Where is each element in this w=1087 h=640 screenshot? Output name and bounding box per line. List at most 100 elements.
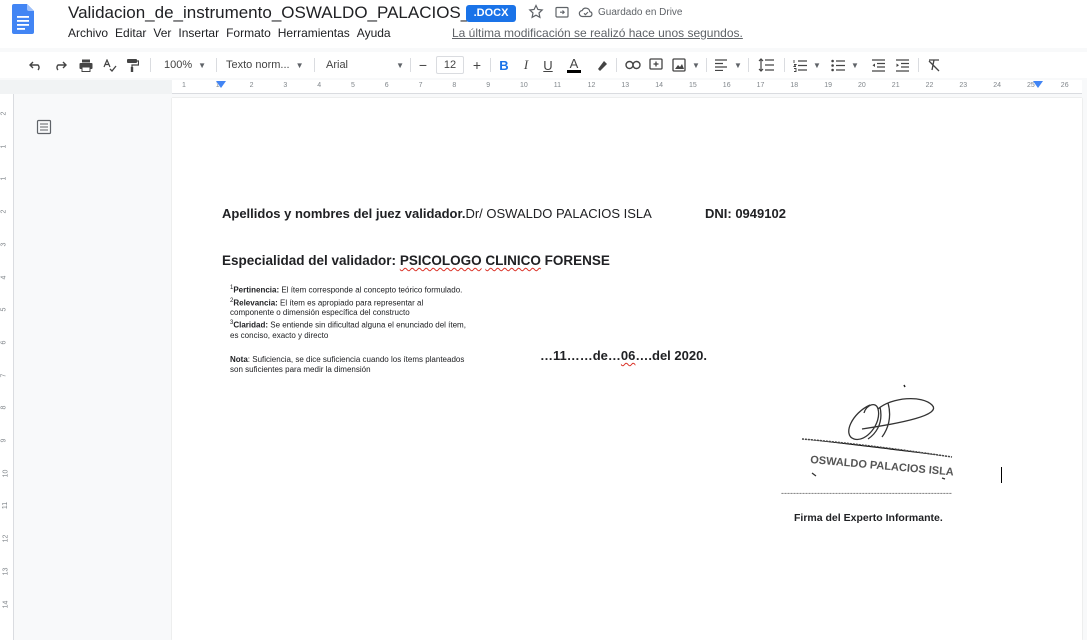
- ruler-number: 17: [756, 82, 765, 89]
- signature-image[interactable]: OSWALDO PALACIOS ISLA: [792, 383, 982, 493]
- document-title[interactable]: Validacion_de_instrumento_OSWALDO_PALACI…: [68, 3, 507, 23]
- ruler-number: 5: [351, 82, 355, 89]
- add-comment-icon[interactable]: [648, 56, 664, 74]
- increase-indent-icon[interactable]: [894, 56, 910, 74]
- menu-ver[interactable]: Ver: [153, 26, 171, 44]
- save-status: Guardado en Drive: [598, 7, 683, 18]
- italic-icon[interactable]: I: [518, 56, 534, 74]
- signature-label: Firma del Experto Informante.: [794, 512, 943, 524]
- vruler-number: 7: [0, 373, 8, 378]
- font-select[interactable]: Arial ▼: [326, 56, 404, 74]
- print-icon[interactable]: [78, 56, 94, 74]
- text-cursor: [1001, 467, 1002, 483]
- decrease-font-size-button[interactable]: −: [416, 56, 430, 74]
- move-to-folder-icon[interactable]: [554, 4, 570, 20]
- increase-font-size-button[interactable]: +: [470, 56, 484, 74]
- note-pertinencia: 1Pertinencia: El ítem corresponde al con…: [230, 285, 463, 295]
- vruler-number: 5: [0, 307, 8, 312]
- ruler-number: 9: [486, 82, 491, 89]
- specialty-word-1: PSICOLOGO: [399, 253, 482, 268]
- ruler-number: 4: [317, 82, 322, 89]
- judge-name: Dr/ OSWALDO PALACIOS ISLA: [465, 206, 652, 221]
- menu-archivo[interactable]: Archivo: [68, 26, 108, 44]
- ruler-number: 3: [283, 82, 288, 89]
- bold-icon[interactable]: B: [496, 56, 512, 74]
- menu-editar[interactable]: Editar: [115, 26, 146, 44]
- ruler-number: 15: [689, 82, 697, 89]
- menu-herramientas[interactable]: Herramientas: [278, 26, 350, 44]
- ruler-number: 10: [520, 82, 528, 89]
- ruler-left-margin: [0, 80, 172, 94]
- cloud-saved-icon[interactable]: [578, 4, 594, 20]
- paint-format-icon[interactable]: [124, 56, 140, 74]
- note-claridad-cont: es conciso, exacto y directo: [230, 330, 329, 340]
- vruler-number: 2: [0, 111, 8, 116]
- vruler-number: 2: [0, 209, 8, 214]
- criteria-notes: 1Pertinencia: El ítem corresponde al con…: [230, 283, 500, 375]
- note-relevancia-cont: componente o dimensión específica del co…: [230, 308, 410, 318]
- underline-icon[interactable]: U: [540, 56, 556, 74]
- specialty-label: Especialidad del validador:: [222, 253, 400, 268]
- right-indent-marker-icon[interactable]: [1033, 81, 1043, 89]
- clear-formatting-icon[interactable]: [926, 56, 942, 74]
- judge-label: Apellidos y nombres del juez validador.: [222, 206, 466, 221]
- note-suficiencia: Nota: Suficiencia, se dice suficiencia c…: [230, 354, 465, 364]
- ruler-number: 7: [418, 82, 423, 89]
- ruler-number: 1: [182, 82, 186, 89]
- vruler-number: 10: [2, 469, 10, 478]
- vruler-number: 3: [0, 242, 8, 247]
- undo-icon[interactable]: [28, 56, 44, 74]
- insert-image-icon[interactable]: ▼: [672, 56, 700, 74]
- menu-bar: Archivo Editar Ver Insertar Formato Herr…: [68, 26, 398, 44]
- ruler-number: 16: [722, 82, 731, 89]
- document-page[interactable]: Apellidos y nombres del juez validador.D…: [172, 98, 1082, 640]
- vruler-number: 11: [2, 502, 10, 510]
- specialty-word-3: FORENSE: [544, 253, 610, 268]
- note-relevancia: 2Relevancia: El ítem es apropiado para r…: [230, 297, 424, 308]
- ruler-number: 26: [1060, 82, 1069, 89]
- numbered-list-icon[interactable]: ▼: [792, 56, 822, 74]
- ruler-number: 14: [655, 82, 663, 89]
- toolbar: 100% ▼ Texto norm... ▼ Arial ▼ − 12 + B I U…: [0, 52, 1087, 78]
- ruler-number: 11: [553, 82, 562, 89]
- line-spacing-icon[interactable]: [756, 56, 776, 74]
- bulleted-list-icon[interactable]: ▼: [830, 56, 860, 74]
- star-icon[interactable]: [528, 4, 544, 20]
- google-docs-icon[interactable]: [12, 4, 34, 34]
- last-modified-link[interactable]: La última modificación se realizó hace u…: [452, 26, 743, 40]
- decrease-indent-icon[interactable]: [870, 56, 886, 74]
- ruler-number: 21: [891, 82, 900, 89]
- menu-formato[interactable]: Formato: [226, 26, 271, 44]
- text-color-icon[interactable]: A: [566, 56, 582, 74]
- ruler-number: 18: [790, 82, 799, 89]
- date-line: …11……de…06….del 2020.: [540, 348, 707, 363]
- vertical-ruler[interactable]: 2 1 1 2 3 4 5 6 7 8 9 10 11 12 13 14: [0, 94, 14, 640]
- font-size-input[interactable]: 12: [436, 56, 464, 74]
- style-select[interactable]: Texto norm... ▼: [226, 56, 306, 74]
- zoom-select[interactable]: 100% ▼: [160, 56, 210, 74]
- spellcheck-icon[interactable]: [102, 56, 118, 74]
- menu-ayuda[interactable]: Ayuda: [357, 26, 391, 44]
- vruler-number: 1: [0, 144, 8, 149]
- menu-insertar[interactable]: Insertar: [178, 26, 219, 44]
- horizontal-ruler[interactable]: 1 1 2 3 4 5 6 7 8 9 10 11 12 13 14 15 16 17 18 19 20 21 22 23 24…: [172, 80, 1082, 94]
- redo-icon[interactable]: [52, 56, 68, 74]
- highlight-icon[interactable]: [594, 56, 610, 74]
- indent-marker-icon[interactable]: [216, 81, 226, 89]
- note-claridad: 3Claridad: Se entiende sin dificultad al…: [230, 320, 466, 330]
- vruler-number: 8: [0, 405, 8, 410]
- ruler-number: 2: [249, 82, 254, 89]
- note-suficiencia-cont: son suficientes para medir la dimensión: [230, 364, 371, 374]
- specialty-line: Especialidad del validador: PSICOLOGO CL…: [222, 253, 610, 268]
- title-bar: Validacion_de_instrumento_OSWALDO_PALACI…: [0, 0, 1087, 48]
- link-icon[interactable]: [624, 56, 642, 74]
- specialty-word-2: CLINICO: [485, 253, 541, 268]
- align-icon[interactable]: ▼: [714, 56, 742, 74]
- vruler-number: 4: [0, 275, 8, 279]
- ruler-number: 22: [925, 82, 934, 89]
- judge-line: Apellidos y nombres del juez validador.D…: [222, 206, 652, 221]
- date-month: 06: [620, 348, 636, 363]
- docx-badge: .DOCX: [466, 5, 516, 22]
- ruler-number: 6: [384, 82, 389, 89]
- document-outline-icon[interactable]: [36, 119, 52, 135]
